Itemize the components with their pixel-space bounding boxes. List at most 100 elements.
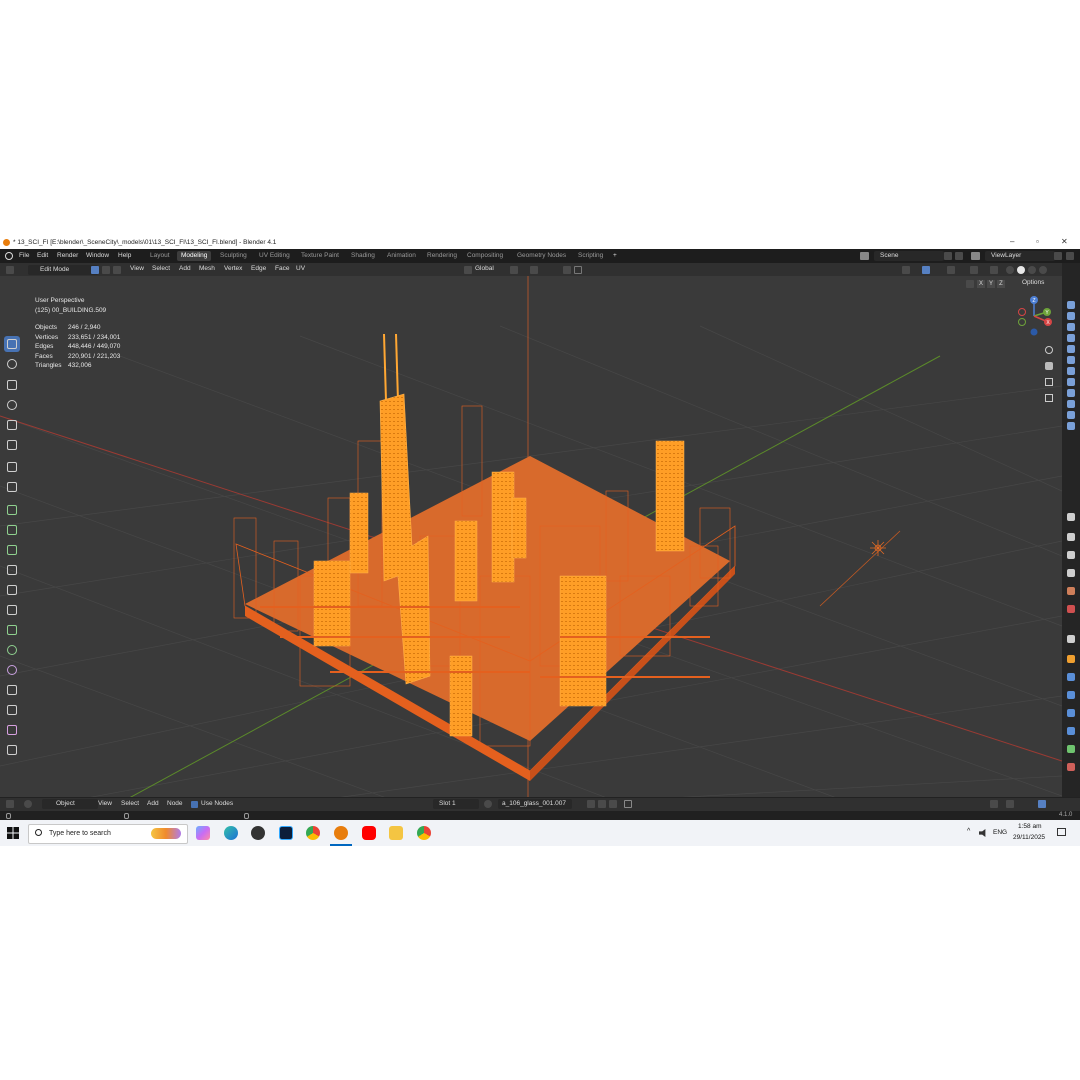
clock-time[interactable]: 1:58 am — [1018, 823, 1042, 830]
cursor-tool-icon[interactable] — [4, 356, 20, 372]
camera-visibility-icon[interactable] — [1067, 422, 1075, 430]
camera-visibility-icon[interactable] — [1067, 400, 1075, 408]
youtube-icon[interactable] — [362, 826, 376, 840]
add-workspace-button[interactable]: + — [609, 251, 621, 261]
chrome-icon[interactable] — [306, 826, 320, 840]
node-overlay-icon[interactable] — [1006, 800, 1014, 808]
snap-icon[interactable] — [530, 266, 538, 274]
node-snap-icon[interactable] — [990, 800, 998, 808]
pivot-point-icon[interactable] — [510, 266, 518, 274]
move-tool-icon[interactable] — [4, 377, 20, 393]
rip-region-tool-icon[interactable] — [4, 742, 20, 758]
blender-menu-icon[interactable] — [5, 252, 13, 260]
inset-tool-icon[interactable] — [4, 542, 20, 558]
rendered-shading-icon[interactable] — [1039, 266, 1047, 274]
camera-visibility-icon[interactable] — [1067, 312, 1075, 320]
options-dropdown[interactable]: Options — [1022, 279, 1044, 286]
view-layer-properties-icon[interactable] — [1067, 569, 1075, 577]
blender-taskbar-icon[interactable] — [334, 826, 348, 840]
camera-visibility-icon[interactable] — [1067, 323, 1075, 331]
object-mode-selector[interactable]: Object — [42, 799, 98, 809]
editor-type-icon[interactable] — [6, 800, 14, 808]
tab-modeling[interactable]: Modeling — [177, 251, 212, 261]
camera-visibility-icon[interactable] — [1067, 378, 1075, 386]
header-menu-uv[interactable]: UV — [296, 265, 305, 272]
copilot-sparkle-icon[interactable] — [151, 828, 181, 839]
scene-selector[interactable]: Scene — [874, 251, 944, 261]
fake-user-icon[interactable] — [587, 800, 595, 808]
file-explorer-icon[interactable] — [389, 826, 403, 840]
camera-visibility-icon[interactable] — [1067, 367, 1075, 375]
object-properties-icon[interactable] — [1067, 655, 1075, 663]
physics-properties-icon[interactable] — [1067, 709, 1075, 717]
camera-visibility-icon[interactable] — [1067, 356, 1075, 364]
new-scene-icon[interactable] — [944, 252, 952, 260]
backdrop-icon[interactable] — [1038, 800, 1046, 808]
zoom-icon[interactable] — [1045, 346, 1053, 354]
clock-date[interactable]: 29/11/2025 — [1013, 834, 1045, 841]
material-properties-icon[interactable] — [1067, 763, 1075, 771]
visibility-icon[interactable] — [902, 266, 910, 274]
extrude-tool-icon[interactable] — [4, 522, 20, 538]
render-properties-icon[interactable] — [1067, 533, 1075, 541]
menu-window[interactable]: Window — [86, 252, 109, 259]
tab-compositing[interactable]: Compositing — [463, 251, 507, 261]
node-menu-select[interactable]: Select — [121, 800, 139, 807]
close-button[interactable]: ✕ — [1061, 237, 1068, 246]
node-menu-add[interactable]: Add — [147, 800, 159, 807]
camera-view-icon[interactable] — [1045, 378, 1053, 386]
tab-texture-paint[interactable]: Texture Paint — [297, 251, 343, 261]
rotate-tool-icon[interactable] — [4, 397, 20, 413]
vertex-select-icon[interactable] — [91, 266, 99, 274]
select-box-tool-icon[interactable] — [4, 336, 20, 352]
scene-properties-icon[interactable] — [1067, 587, 1075, 595]
camera-visibility-icon[interactable] — [1067, 301, 1075, 309]
bevel-tool-icon[interactable] — [4, 562, 20, 578]
data-properties-icon[interactable] — [1067, 745, 1075, 753]
xray-toggle-icon[interactable] — [990, 266, 998, 274]
edge-slide-tool-icon[interactable] — [4, 682, 20, 698]
collection-properties-icon[interactable] — [1067, 635, 1075, 643]
editor-type-icon[interactable] — [6, 266, 14, 274]
mode-selector[interactable]: Edit Mode — [28, 265, 98, 275]
header-menu-view[interactable]: View — [130, 265, 144, 272]
wireframe-shading-icon[interactable] — [1006, 266, 1014, 274]
tab-rendering[interactable]: Rendering — [423, 251, 461, 261]
tab-shading[interactable]: Shading — [347, 251, 379, 261]
maximize-button[interactable]: ▫ — [1036, 237, 1039, 246]
tool-properties-icon[interactable] — [1067, 513, 1075, 521]
new-view-layer-icon[interactable] — [1054, 252, 1062, 260]
app-icon[interactable] — [251, 826, 265, 840]
menu-help[interactable]: Help — [118, 252, 131, 259]
header-menu-vertex[interactable]: Vertex — [224, 265, 242, 272]
camera-visibility-icon[interactable] — [1067, 411, 1075, 419]
menu-edit[interactable]: Edit — [37, 252, 48, 259]
falloff-icon[interactable] — [574, 266, 582, 274]
edge-select-icon[interactable] — [102, 266, 110, 274]
copilot-icon[interactable] — [196, 826, 210, 840]
shader-type-icon[interactable] — [24, 800, 32, 808]
spin-tool-icon[interactable] — [4, 642, 20, 658]
header-menu-face[interactable]: Face — [275, 265, 289, 272]
node-menu-node[interactable]: Node — [167, 800, 183, 807]
annotate-tool-icon[interactable] — [4, 459, 20, 475]
tab-sculpting[interactable]: Sculpting — [216, 251, 251, 261]
volume-icon[interactable] — [979, 829, 986, 837]
menu-render[interactable]: Render — [57, 252, 78, 259]
constraints-properties-icon[interactable] — [1067, 727, 1075, 735]
chrome-profile-icon[interactable] — [417, 826, 431, 840]
notification-icon[interactable] — [1057, 828, 1066, 836]
loop-cut-tool-icon[interactable] — [4, 582, 20, 598]
3d-viewport[interactable]: User Perspective (125) 00_BUILDING.509 O… — [0, 276, 1062, 803]
scale-tool-icon[interactable] — [4, 417, 20, 433]
gizmo-toggle-icon[interactable] — [922, 266, 930, 274]
header-menu-edge[interactable]: Edge — [251, 265, 266, 272]
camera-visibility-icon[interactable] — [1067, 345, 1075, 353]
shear-tool-icon[interactable] — [4, 722, 20, 738]
header-menu-add[interactable]: Add — [179, 265, 191, 272]
windows-start-icon[interactable] — [7, 827, 19, 839]
solid-shading-icon[interactable] — [1017, 266, 1025, 274]
delete-scene-icon[interactable] — [955, 252, 963, 260]
material-browse-icon[interactable] — [484, 800, 492, 808]
menu-file[interactable]: File — [19, 252, 29, 259]
